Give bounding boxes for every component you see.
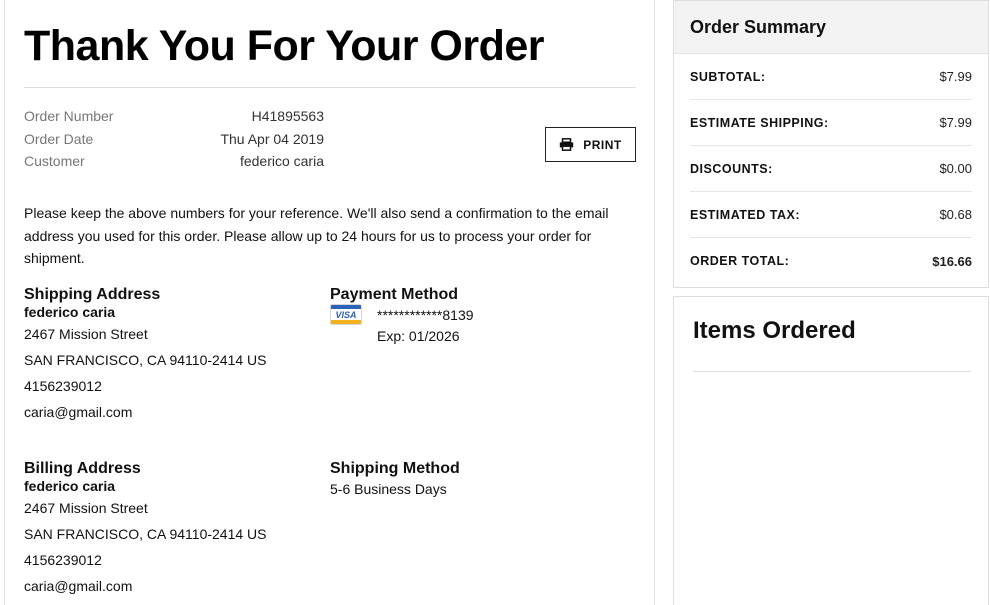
payment-card-row: VISA ************8139 (330, 304, 474, 325)
order-meta: Order Number H41895563 Order Date Thu Ap… (24, 105, 324, 173)
reference-notice: Please keep the above numbers for your r… (24, 205, 609, 266)
card-number: ************8139 (377, 306, 474, 323)
shipping-method-value: 5-6 Business Days (330, 481, 447, 497)
summary-label: SUBTOTAL: (690, 69, 766, 84)
customer-label: Customer (24, 153, 85, 169)
billing-email: caria@gmail.com (24, 578, 133, 594)
shipping-method-heading: Shipping Method (330, 460, 460, 477)
order-date-value: Thu Apr 04 2019 (220, 130, 324, 147)
items-ordered-panel: Items Ordered (673, 296, 989, 605)
summary-amount: $7.99 (939, 115, 972, 130)
shipping-name: federico caria (24, 304, 116, 320)
billing-name: federico caria (24, 478, 116, 494)
summary-amount: $0.00 (939, 161, 972, 176)
summary-label: DISCOUNTS: (690, 161, 773, 176)
items-ordered-title: Items Ordered (693, 317, 856, 344)
shipping-email: caria@gmail.com (24, 404, 133, 420)
billing-address-heading: Billing Address (24, 460, 141, 477)
shipping-street: 2467 Mission Street (24, 326, 148, 342)
title-divider (24, 87, 636, 88)
payment-method-heading: Payment Method (330, 286, 459, 303)
summary-row-total: ORDER TOTAL: $16.66 (690, 238, 972, 284)
order-summary-panel: Order Summary SUBTOTAL: $7.99 ESTIMATE S… (673, 0, 989, 288)
billing-city: SAN FRANCISCO, CA 94110-2414 US (24, 526, 267, 542)
print-button[interactable]: PRINT (545, 127, 636, 162)
shipping-address: Shipping Address federico caria 2467 Mis… (24, 286, 267, 425)
order-summary-title: Order Summary (674, 1, 988, 54)
shipping-city: SAN FRANCISCO, CA 94110-2414 US (24, 352, 267, 368)
summary-label: ESTIMATE SHIPPING: (690, 115, 829, 130)
billing-phone: 4156239012 (24, 552, 102, 568)
printer-icon (560, 138, 574, 151)
summary-amount: $7.99 (939, 69, 972, 84)
summary-amount: $0.68 (939, 207, 972, 222)
order-number-row: Order Number H41895563 (24, 105, 324, 128)
order-number-label: Order Number (24, 108, 114, 124)
summary-amount: $16.66 (932, 253, 972, 269)
card-expiry: Exp: 01/2026 (377, 328, 460, 344)
customer-value: federico caria (239, 153, 324, 169)
billing-street: 2467 Mission Street (24, 500, 148, 516)
visa-card-icon: VISA (330, 304, 362, 325)
summary-row-discounts: DISCOUNTS: $0.00 (690, 146, 972, 192)
order-date-label: Order Date (24, 130, 94, 147)
summary-row-subtotal: SUBTOTAL: $7.99 (690, 54, 972, 100)
order-number-value: H41895563 (251, 108, 324, 124)
shipping-method: Shipping Method 5-6 Business Days (330, 460, 460, 500)
summary-row-tax: ESTIMATED TAX: $0.68 (690, 192, 972, 238)
customer-row: Customer federico caria (24, 150, 324, 173)
shipping-phone: 4156239012 (24, 378, 102, 394)
order-confirmation-panel: Thank You For Your Order Order Number H4… (4, 0, 655, 605)
summary-label: ORDER TOTAL: (690, 254, 790, 268)
summary-label: ESTIMATED TAX: (690, 207, 801, 222)
order-date-row: Order Date Thu Apr 04 2019 (24, 128, 324, 151)
billing-address: Billing Address federico caria 2467 Miss… (24, 460, 267, 599)
shipping-address-heading: Shipping Address (24, 286, 161, 303)
page-title: Thank You For Your Order (24, 22, 545, 70)
items-divider (693, 371, 971, 372)
order-summary-rows: SUBTOTAL: $7.99 ESTIMATE SHIPPING: $7.99… (674, 54, 988, 284)
payment-method: Payment Method VISA ************8139 Exp… (330, 286, 474, 347)
print-button-label: PRINT (583, 137, 622, 152)
summary-row-shipping: ESTIMATE SHIPPING: $7.99 (690, 100, 972, 146)
